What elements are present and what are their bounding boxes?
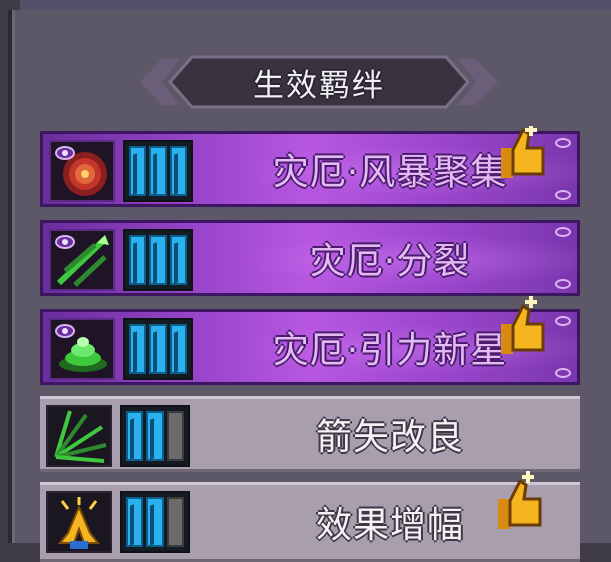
- thumbs-up-icon: [498, 471, 542, 529]
- bond-row-gravity-nova[interactable]: 灾厄·引力新星: [40, 296, 580, 385]
- level-bar-empty: [166, 497, 184, 547]
- bond-level-bars: [123, 229, 193, 291]
- bond-level-bars: [123, 318, 193, 380]
- corner-gem-icon: [555, 279, 571, 289]
- bond-level-bars: [120, 405, 190, 467]
- curse-eye-icon: [55, 324, 75, 338]
- corner-gem-icon: [555, 190, 571, 200]
- bond-level-bars: [120, 491, 190, 553]
- level-bar: [129, 146, 147, 196]
- level-bar: [149, 324, 167, 374]
- thumbs-up-icon: [501, 296, 545, 354]
- level-bar: [126, 497, 144, 547]
- title-banner: 生效羁绊: [140, 53, 498, 111]
- bond-icon-frame: [46, 491, 112, 553]
- curse-eye-icon: [55, 146, 75, 160]
- bond-row-storm-gather[interactable]: 灾厄·风暴聚集: [40, 126, 580, 207]
- level-bar: [169, 146, 187, 196]
- level-bar: [149, 235, 167, 285]
- corner-gem-icon: [555, 368, 571, 378]
- corner-gem-icon: [555, 316, 571, 326]
- bond-level-bars: [123, 140, 193, 202]
- level-bar: [146, 411, 164, 461]
- bond-name: 箭矢改良: [315, 417, 464, 458]
- bond-name: 灾厄·分裂: [309, 241, 471, 282]
- level-bar: [129, 324, 147, 374]
- curse-eye-icon: [55, 235, 75, 249]
- panel-title: 生效羁绊: [253, 67, 385, 104]
- bond-row-effect-boost[interactable]: 效果增幅: [40, 471, 580, 562]
- bond-row-arrow-improve[interactable]: 箭矢改良: [40, 396, 580, 472]
- bond-row-split[interactable]: 灾厄·分裂: [40, 220, 580, 296]
- level-bar: [126, 411, 144, 461]
- bond-icon-frame: [49, 229, 115, 291]
- corner-gem-icon: [555, 227, 571, 237]
- level-bar: [129, 235, 147, 285]
- level-bar: [169, 235, 187, 285]
- level-bar: [149, 146, 167, 196]
- level-bar: [146, 497, 164, 547]
- level-bar-empty: [166, 411, 184, 461]
- level-bar: [169, 324, 187, 374]
- arrow-spread-icon: [54, 410, 107, 463]
- bond-icon-frame: [49, 140, 115, 202]
- praying-hands-icon: [57, 497, 101, 549]
- bond-icon-frame: [49, 318, 115, 380]
- corner-gem-icon: [555, 138, 571, 148]
- thumbs-up-icon: [501, 126, 545, 178]
- bond-icon-frame: [46, 405, 112, 467]
